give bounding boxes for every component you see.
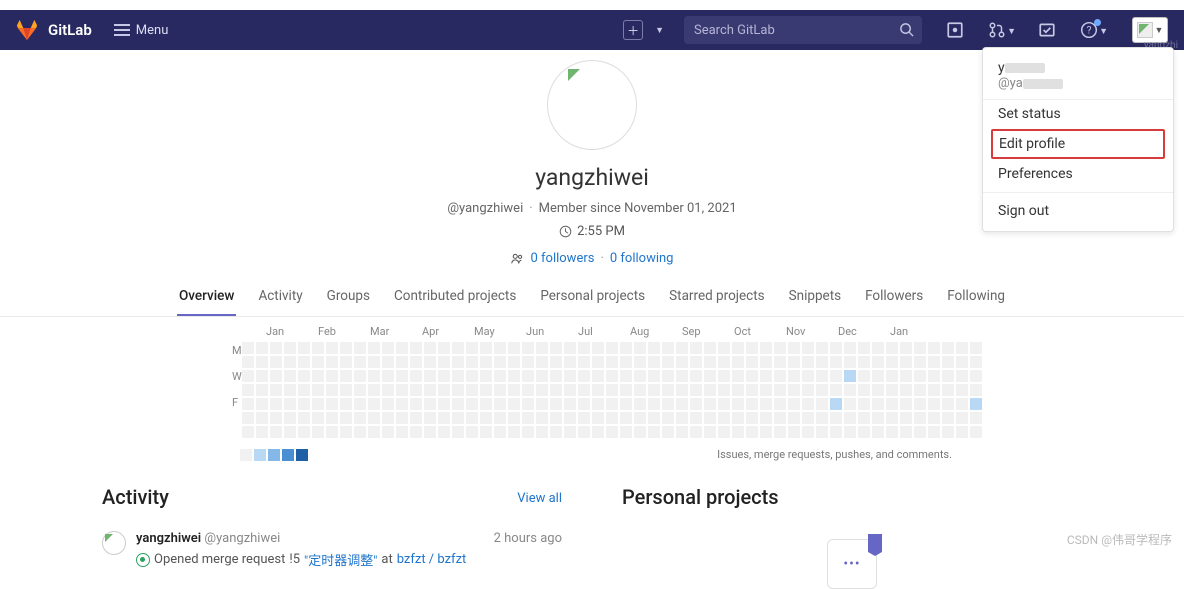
view-all-link[interactable]: View all bbox=[517, 491, 562, 506]
avatar-icon bbox=[102, 531, 126, 555]
people-icon bbox=[510, 252, 524, 266]
activity-user[interactable]: yangzhiwei bbox=[136, 531, 201, 546]
following-link[interactable]: 0 following bbox=[610, 251, 674, 266]
activity-item: yangzhiwei @yangzhiwei Opened merge requ… bbox=[102, 531, 562, 569]
avatar-icon bbox=[1137, 22, 1153, 38]
watermark: CSDN @伟哥学程序 bbox=[1067, 531, 1172, 548]
activity-heading: Activity bbox=[102, 485, 562, 509]
sign-out-item[interactable]: Sign out bbox=[983, 197, 1173, 225]
dropdown-user-handle: @ya bbox=[998, 76, 1158, 91]
calendar-legend bbox=[240, 449, 308, 461]
personal-heading: Personal projects bbox=[622, 485, 1082, 509]
activity-time: 2 hours ago bbox=[494, 531, 562, 569]
preferences-item[interactable]: Preferences bbox=[983, 160, 1173, 188]
follow-stats: 0 followers · 0 following bbox=[0, 251, 1184, 266]
top-nav: GitLab Menu ＋ ▼ ▼ ?▼ ▼ bbox=[0, 10, 1184, 50]
personal-projects-section: Personal projects ••• bbox=[622, 485, 1082, 589]
search-icon[interactable] bbox=[899, 22, 914, 37]
issues-icon[interactable] bbox=[946, 21, 964, 39]
hamburger-icon bbox=[114, 24, 130, 36]
user-dropdown: y @ya Set status Edit profile Preference… bbox=[982, 47, 1174, 232]
chevron-down-icon: ▼ bbox=[655, 25, 664, 36]
brand-name[interactable]: GitLab bbox=[48, 21, 92, 39]
merge-requests-icon[interactable]: ▼ bbox=[988, 21, 1006, 39]
contribution-calendar: JanFebMarAprMayJunJulAugSepOctNovDecJan … bbox=[232, 325, 952, 461]
todos-icon[interactable] bbox=[1038, 21, 1056, 39]
calendar-legend-text: Issues, merge requests, pushes, and comm… bbox=[717, 448, 952, 461]
menu-button[interactable]: Menu bbox=[114, 23, 169, 38]
activity-section: View all Activity yangzhiwei @yangzhiwei… bbox=[102, 485, 562, 589]
search-input[interactable] bbox=[684, 16, 922, 44]
help-icon[interactable]: ?▼ bbox=[1080, 21, 1098, 39]
project-link[interactable]: bzfzt / bzfzt bbox=[397, 552, 467, 567]
followers-link[interactable]: 0 followers bbox=[530, 251, 594, 266]
dropdown-user-name: y bbox=[998, 60, 1158, 76]
tab-followers[interactable]: Followers bbox=[863, 288, 925, 316]
bookmark-icon bbox=[868, 534, 882, 552]
gitlab-logo-icon[interactable] bbox=[16, 19, 38, 41]
tab-personal-projects[interactable]: Personal projects bbox=[538, 288, 647, 316]
tab-overview[interactable]: Overview bbox=[177, 288, 236, 316]
chevron-down-icon: ▼ bbox=[1155, 25, 1164, 36]
merge-request-open-icon bbox=[136, 553, 150, 567]
tab-snippets[interactable]: Snippets bbox=[787, 288, 843, 316]
mr-title-link[interactable]: "定时器调整" bbox=[304, 550, 377, 569]
profile-avatar bbox=[547, 60, 637, 150]
svg-text:?: ? bbox=[1087, 25, 1092, 36]
tab-groups[interactable]: Groups bbox=[325, 288, 372, 316]
tab-activity[interactable]: Activity bbox=[256, 288, 304, 316]
tab-following[interactable]: Following bbox=[945, 288, 1007, 316]
notification-dot-icon bbox=[1094, 19, 1101, 26]
project-tile[interactable]: ••• bbox=[827, 539, 877, 589]
tab-starred-projects[interactable]: Starred projects bbox=[667, 288, 766, 316]
create-new-button[interactable]: ＋ bbox=[623, 20, 643, 40]
ellipsis-icon: ••• bbox=[843, 556, 860, 572]
tab-contributed-projects[interactable]: Contributed projects bbox=[392, 288, 518, 316]
clock-icon bbox=[559, 225, 572, 238]
profile-tabs: Overview Activity Groups Contributed projec… bbox=[0, 288, 1184, 317]
edit-profile-item[interactable]: Edit profile bbox=[991, 129, 1165, 159]
activity-handle: @yangzhiwei bbox=[204, 531, 280, 546]
set-status-item[interactable]: Set status bbox=[983, 100, 1173, 128]
